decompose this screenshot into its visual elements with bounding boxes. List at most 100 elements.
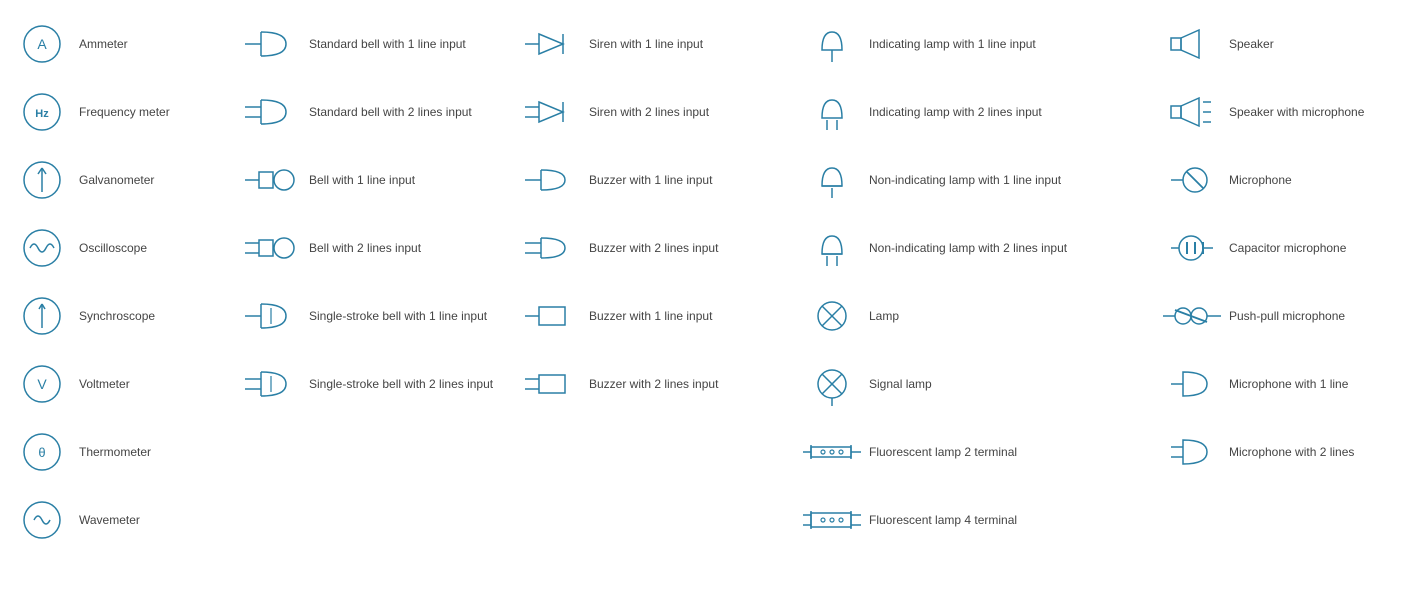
label-fluor-4: Fluorescent lamp 4 terminal (863, 512, 1017, 528)
label-oscilloscope: Oscilloscope (73, 240, 147, 256)
item-bell-1: Bell with 1 line input (235, 146, 515, 214)
icon-thermometer: θ (11, 430, 73, 474)
item-lamp: Lamp (795, 282, 1155, 350)
item-std-bell-1: Standard bell with 1 line input (235, 10, 515, 78)
label-mic-1line: Microphone with 1 line (1223, 376, 1348, 392)
icon-siren-1 (521, 22, 583, 66)
item-std-bell-2: Standard bell with 2 lines input (235, 78, 515, 146)
label-buzzer-2line: Buzzer with 2 lines input (583, 240, 718, 256)
icon-mic-1line (1161, 362, 1223, 406)
item-fluor-4: Fluorescent lamp 4 terminal (795, 486, 1155, 554)
icon-speaker (1161, 22, 1223, 66)
icon-mic-2lines (1161, 430, 1223, 474)
item-ind-lamp-2: Indicating lamp with 2 lines input (795, 78, 1155, 146)
icon-oscilloscope (11, 226, 73, 270)
item-mic-2lines: Microphone with 2 lines (1155, 418, 1412, 486)
label-bell-1: Bell with 1 line input (303, 172, 415, 188)
item-push-pull-mic: Push-pull microphone (1155, 282, 1412, 350)
column-meters: A Ammeter Hz Frequency meter (5, 10, 235, 554)
label-siren-1: Siren with 1 line input (583, 36, 703, 52)
label-ind-lamp-2: Indicating lamp with 2 lines input (863, 104, 1042, 120)
icon-speaker-mic (1161, 90, 1223, 134)
label-speaker-mic: Speaker with microphone (1223, 104, 1364, 120)
label-bell-2: Bell with 2 lines input (303, 240, 421, 256)
icon-siren-2 (521, 90, 583, 134)
label-wavemeter: Wavemeter (73, 512, 140, 528)
label-buzzer-sq-2: Buzzer with 2 lines input (583, 376, 718, 392)
icon-ammeter: A (11, 22, 73, 66)
icon-ind-lamp-2 (801, 90, 863, 134)
label-synchroscope: Synchroscope (73, 308, 155, 324)
icon-wavemeter (11, 498, 73, 542)
icon-push-pull-mic (1161, 294, 1223, 338)
icon-lamp (801, 294, 863, 338)
icon-voltmeter: V (11, 362, 73, 406)
icon-ind-lamp-1 (801, 22, 863, 66)
item-non-ind-lamp-1: Non-indicating lamp with 1 line input (795, 146, 1155, 214)
label-std-bell-2: Standard bell with 2 lines input (303, 104, 472, 120)
icon-ss-bell-1 (241, 294, 303, 338)
item-buzzer-1line: Buzzer with 1 line input (515, 146, 795, 214)
icon-buzzer-sq-2 (521, 362, 583, 406)
icon-non-ind-lamp-2 (801, 226, 863, 270)
item-siren-1: Siren with 1 line input (515, 10, 795, 78)
item-bell-2: Bell with 2 lines input (235, 214, 515, 282)
item-speaker-mic: Speaker with microphone (1155, 78, 1412, 146)
label-freq-meter: Frequency meter (73, 104, 170, 120)
label-non-ind-lamp-1: Non-indicating lamp with 1 line input (863, 172, 1061, 188)
label-buzzer-1line: Buzzer with 1 line input (583, 172, 712, 188)
svg-text:A: A (37, 36, 47, 52)
item-ss-bell-2: Single-stroke bell with 2 lines input (235, 350, 515, 418)
item-oscilloscope: Oscilloscope (5, 214, 235, 282)
icon-fluor-2 (801, 437, 863, 467)
column-lamps: Indicating lamp with 1 line input Indica… (795, 10, 1155, 554)
label-ammeter: Ammeter (73, 36, 128, 52)
icon-microphone (1161, 158, 1223, 202)
icon-std-bell-2 (241, 90, 303, 134)
item-buzzer-sq-1: Buzzer with 1 line input (515, 282, 795, 350)
label-std-bell-1: Standard bell with 1 line input (303, 36, 466, 52)
icon-non-ind-lamp-1 (801, 158, 863, 202)
icon-galvanometer (11, 158, 73, 202)
label-thermometer: Thermometer (73, 444, 151, 460)
item-signal-lamp: Signal lamp (795, 350, 1155, 418)
item-speaker: Speaker (1155, 10, 1412, 78)
column-sirens: Siren with 1 line input Siren with 2 lin… (515, 10, 795, 554)
item-wavemeter: Wavemeter (5, 486, 235, 554)
item-freq-meter: Hz Frequency meter (5, 78, 235, 146)
label-non-ind-lamp-2: Non-indicating lamp with 2 lines input (863, 240, 1067, 256)
label-lamp: Lamp (863, 308, 899, 324)
icon-signal-lamp (801, 362, 863, 406)
label-ind-lamp-1: Indicating lamp with 1 line input (863, 36, 1036, 52)
label-galvanometer: Galvanometer (73, 172, 154, 188)
item-thermometer: θ Thermometer (5, 418, 235, 486)
item-mic-1line: Microphone with 1 line (1155, 350, 1412, 418)
icon-std-bell-1 (241, 22, 303, 66)
label-microphone: Microphone (1223, 172, 1292, 188)
label-cap-mic: Capacitor microphone (1223, 240, 1346, 256)
item-ammeter: A Ammeter (5, 10, 235, 78)
icon-ss-bell-2 (241, 362, 303, 406)
label-mic-2lines: Microphone with 2 lines (1223, 444, 1354, 460)
icon-buzzer-sq-1 (521, 294, 583, 338)
icon-cap-mic (1161, 226, 1223, 270)
svg-text:Hz: Hz (35, 108, 49, 120)
icon-synchroscope (11, 294, 73, 338)
item-voltmeter: V Voltmeter (5, 350, 235, 418)
item-galvanometer: Galvanometer (5, 146, 235, 214)
item-synchroscope: Synchroscope (5, 282, 235, 350)
label-push-pull-mic: Push-pull microphone (1223, 308, 1345, 324)
svg-text:θ: θ (38, 445, 45, 460)
item-non-ind-lamp-2: Non-indicating lamp with 2 lines input (795, 214, 1155, 282)
label-signal-lamp: Signal lamp (863, 376, 932, 392)
label-siren-2: Siren with 2 lines input (583, 104, 709, 120)
label-buzzer-sq-1: Buzzer with 1 line input (583, 308, 712, 324)
item-ind-lamp-1: Indicating lamp with 1 line input (795, 10, 1155, 78)
icon-buzzer-2line (521, 226, 583, 270)
label-ss-bell-2: Single-stroke bell with 2 lines input (303, 376, 493, 392)
icon-fluor-4 (801, 503, 863, 537)
item-buzzer-2line: Buzzer with 2 lines input (515, 214, 795, 282)
item-siren-2: Siren with 2 lines input (515, 78, 795, 146)
label-fluor-2: Fluorescent lamp 2 terminal (863, 444, 1017, 460)
item-ss-bell-1: Single-stroke bell with 1 line input (235, 282, 515, 350)
